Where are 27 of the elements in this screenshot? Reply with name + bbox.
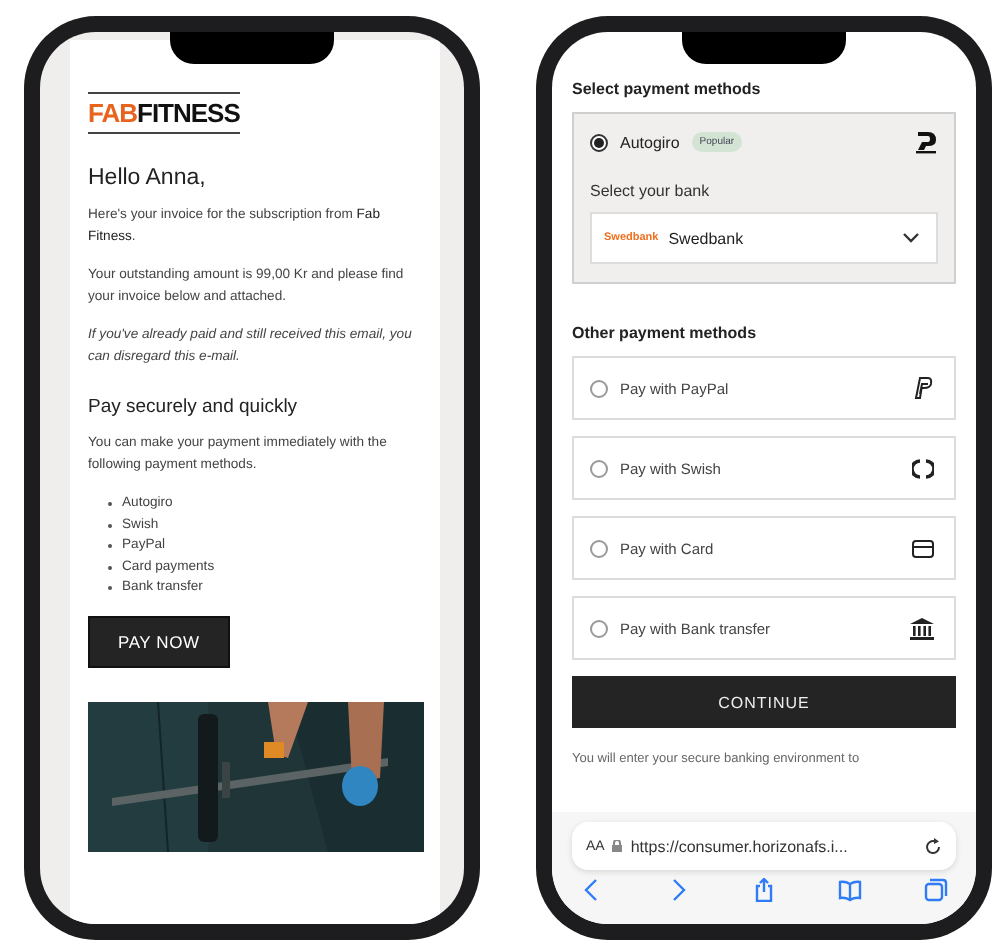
card-icon: [912, 539, 934, 557]
chevron-down-icon: [902, 232, 920, 244]
greeting: Hello Anna,: [88, 166, 208, 190]
section-heading: Pay securely and quickly: [88, 396, 300, 418]
reload-icon[interactable]: [924, 837, 942, 855]
field-label: Select your bank: [590, 182, 712, 200]
dropdown-value: Swedbank: [668, 229, 744, 247]
radio-button[interactable]: [590, 539, 608, 557]
bookmarks-icon[interactable]: [838, 878, 862, 902]
section-title: Other payment methods: [572, 324, 759, 342]
section-title: Select payment methods: [572, 80, 763, 98]
bank-icon: [910, 617, 934, 639]
logo-icon: [914, 130, 938, 154]
swish-icon: [912, 457, 934, 479]
radio-button[interactable]: [590, 459, 608, 477]
continue-button[interactable]: CONTINUE: [572, 676, 956, 728]
url-text: https://consumer.horizonafs.i...: [630, 837, 848, 855]
brand-logo: FABFITNESS: [88, 92, 240, 134]
lock-icon: [612, 840, 623, 852]
pay-now-button[interactable]: PAY NOW: [88, 615, 230, 667]
paypal-icon: [912, 376, 934, 400]
tabs-icon[interactable]: [924, 878, 948, 902]
share-icon[interactable]: [752, 878, 776, 902]
option-label: Autogiro: [620, 133, 680, 151]
radio-button[interactable]: [590, 379, 608, 397]
radio-button[interactable]: [590, 133, 608, 151]
radio-button[interactable]: [590, 619, 608, 637]
